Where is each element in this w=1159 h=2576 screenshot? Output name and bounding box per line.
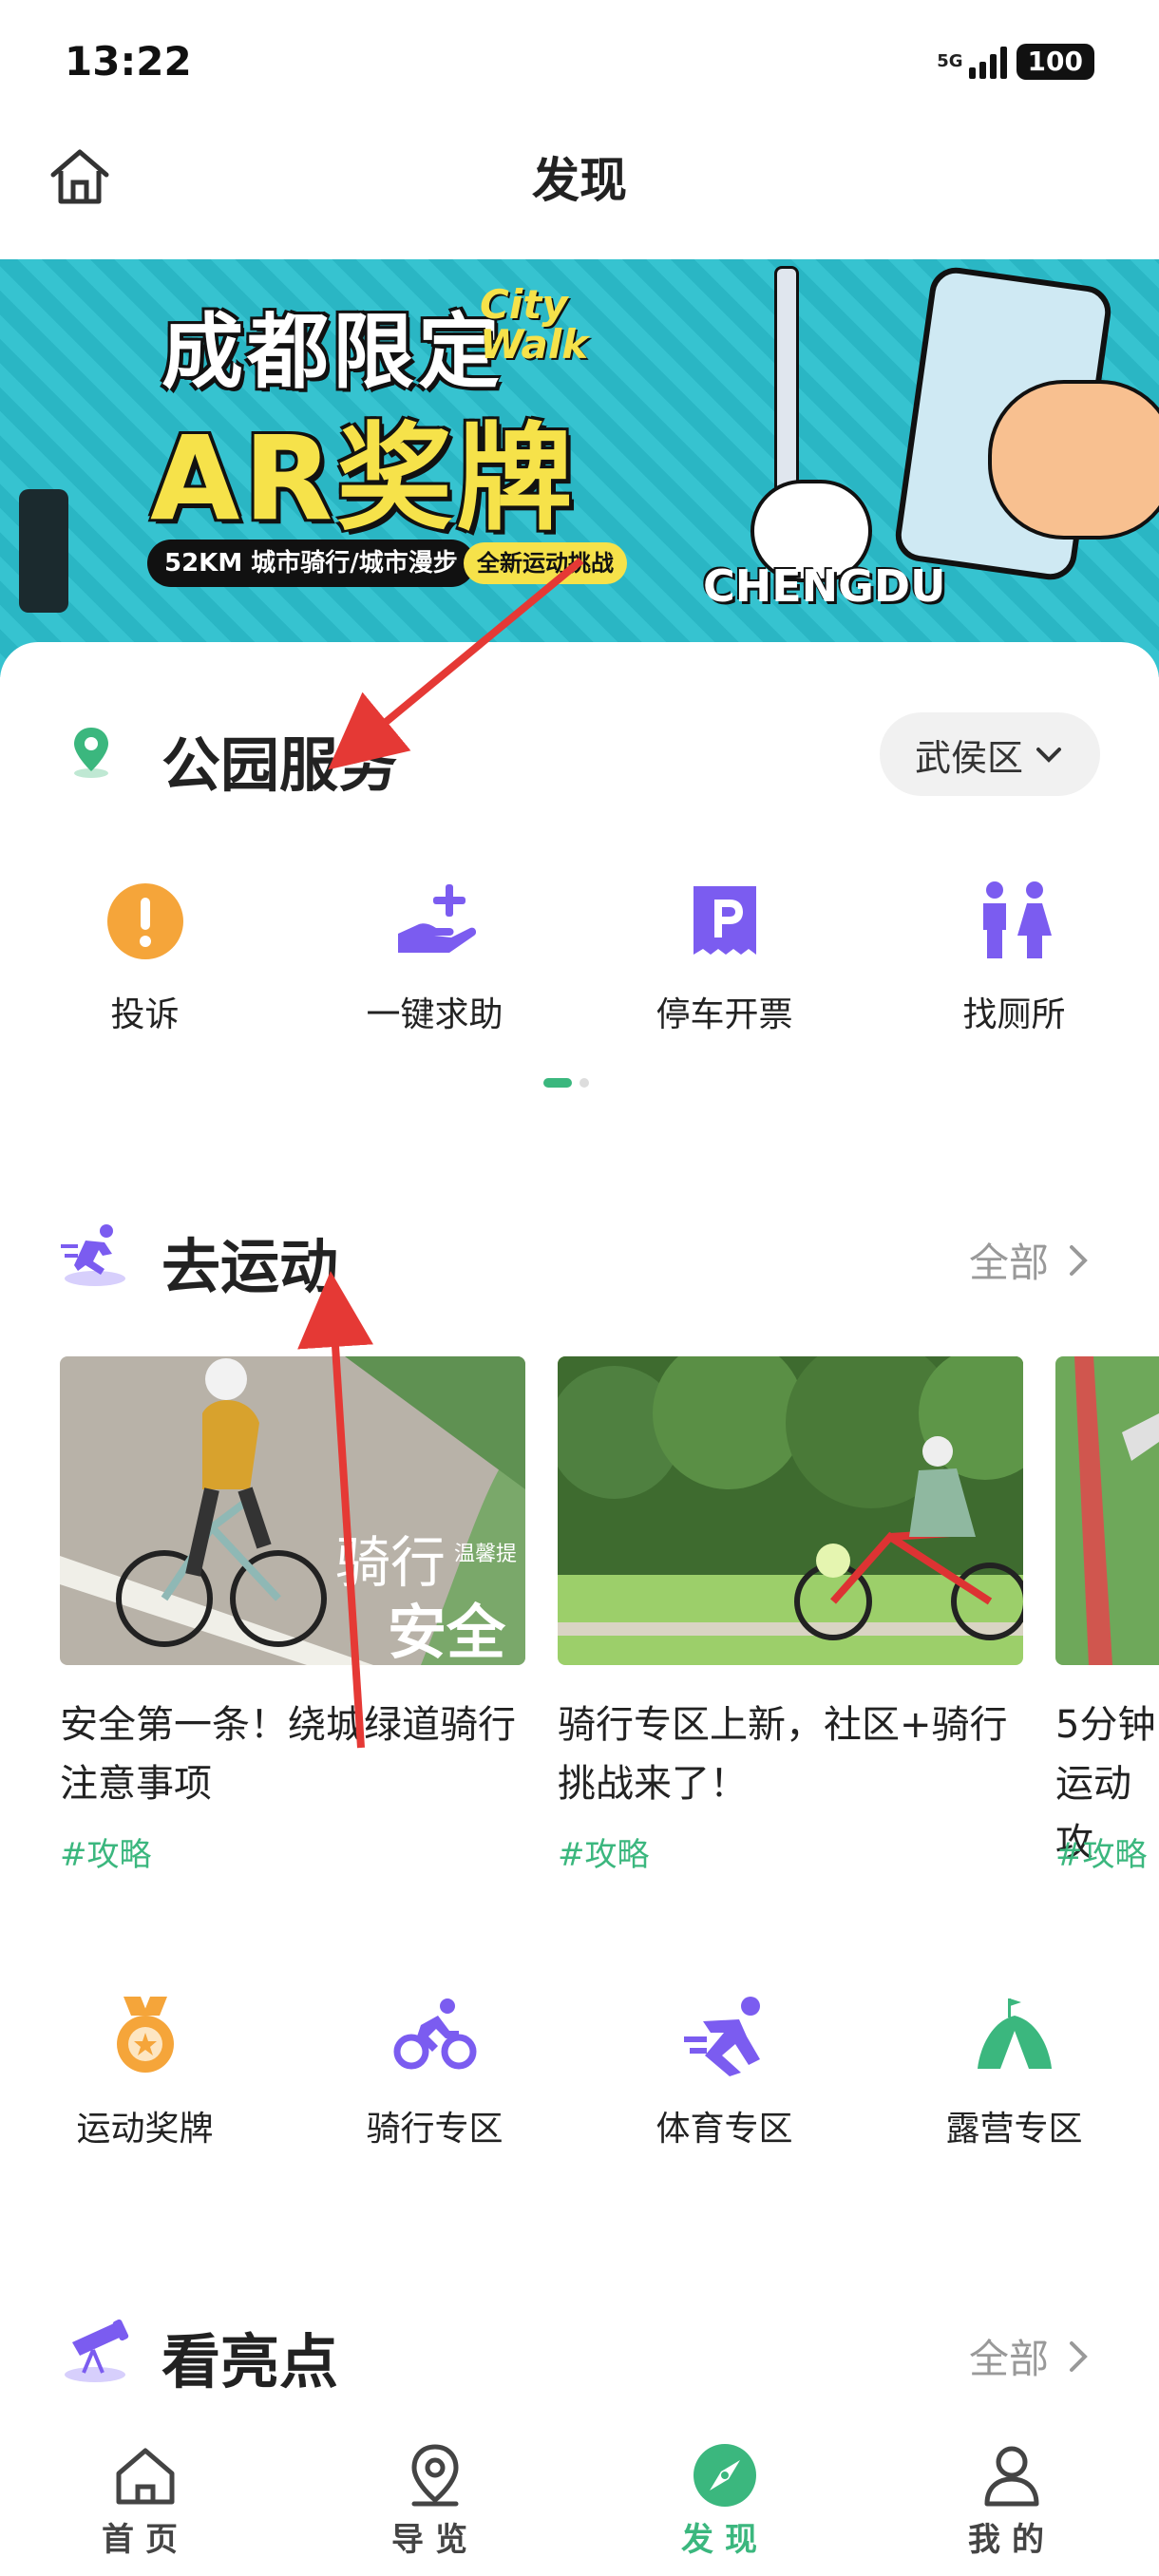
annotation-arrows (297, 557, 584, 1749)
annotation-arrow (297, 1271, 373, 1749)
annotation-arrow (328, 557, 584, 770)
